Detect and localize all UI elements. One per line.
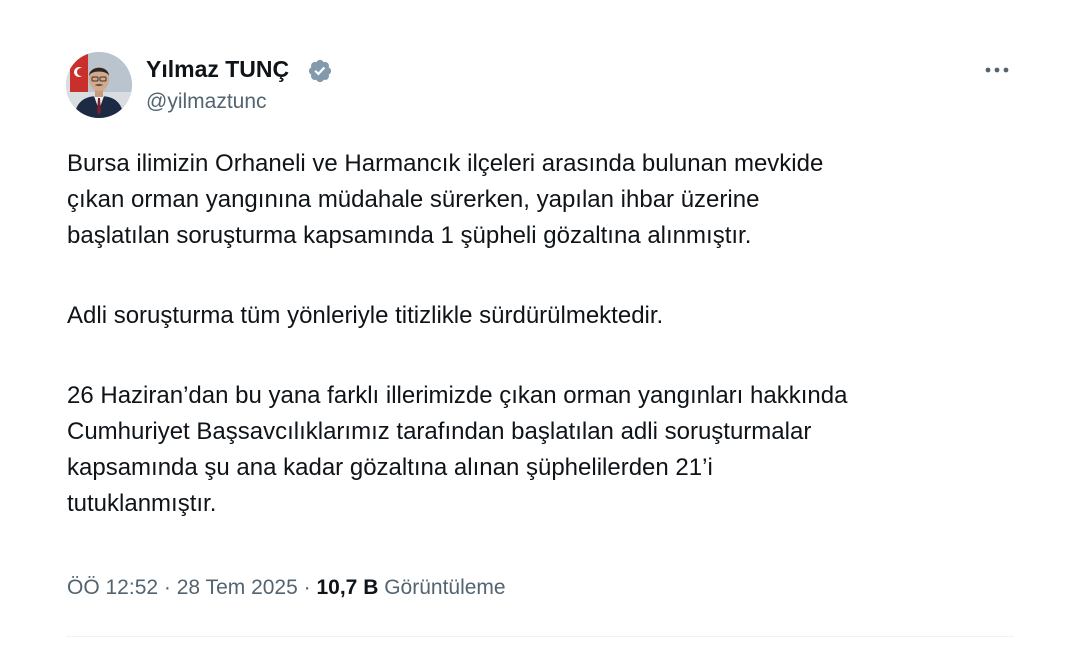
meta-separator: · [303, 576, 311, 599]
avatar[interactable] [66, 52, 132, 118]
tweet-paragraph: Bursa ilimizin Orhaneli ve Harmancık ilç… [67, 150, 824, 249]
tweet-card: Yılmaz TUNÇ @yilmaztunc Bursa ilimizin O… [0, 0, 1080, 660]
tweet-paragraph: Adli soruşturma tüm yönleriyle titizlikl… [67, 302, 664, 329]
tweet-paragraph: 26 Haziran’dan bu yana farklı illerimizd… [67, 382, 848, 517]
meta-separator: · [163, 576, 171, 599]
tweet-date[interactable]: 28 Tem 2025 [177, 576, 298, 599]
verified-badge-icon [308, 59, 332, 83]
views-label: Görüntüleme [384, 576, 506, 599]
tweet-meta: ÖÖ 12:52 · 28 Tem 2025 · 10,7 B Görüntül… [67, 576, 506, 600]
author-handle[interactable]: @yilmaztunc [146, 90, 267, 114]
author-name[interactable]: Yılmaz TUNÇ [146, 56, 289, 83]
avatar-image [66, 52, 132, 118]
divider [66, 636, 1014, 637]
more-dots-icon[interactable] [978, 58, 1018, 82]
tweet-time[interactable]: ÖÖ 12:52 [67, 576, 158, 599]
views-count: 10,7 B [316, 576, 379, 599]
tweet-text: Bursa ilimizin Orhaneli ve Harmancık ilç… [67, 146, 1027, 566]
